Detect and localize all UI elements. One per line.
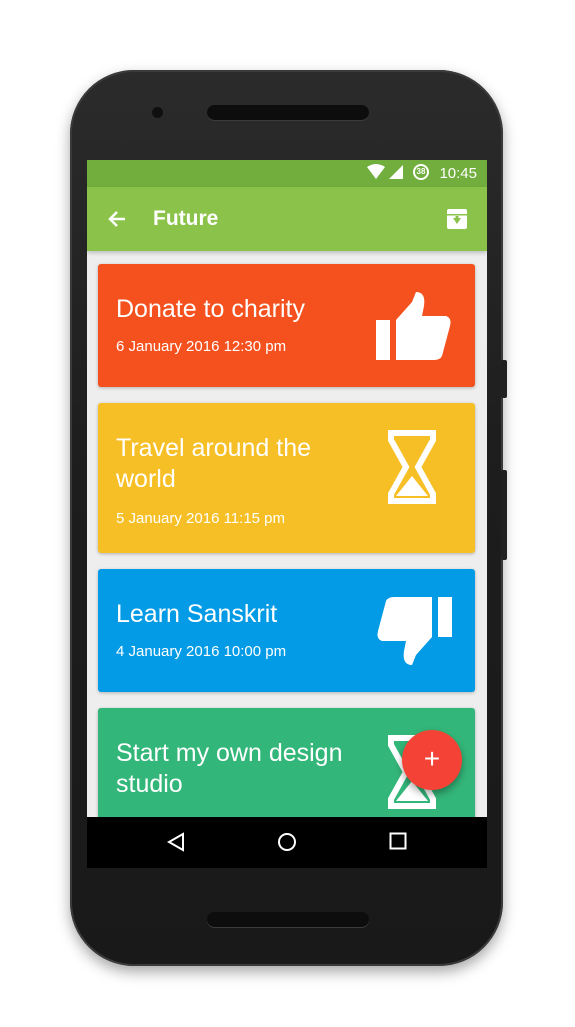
thumbs-up-icon (376, 292, 452, 365)
nav-home-icon[interactable] (277, 832, 297, 857)
thumbs-down-icon (376, 597, 452, 670)
bottom-speaker (207, 912, 369, 927)
top-speaker (207, 105, 369, 120)
nav-recents-icon[interactable] (389, 832, 407, 855)
screen: 38 10:45 Future Donate to charity 6 Janu… (87, 160, 487, 868)
data-saver-icon: 38 (413, 164, 429, 180)
card-date: 6 January 2016 12:30 pm (116, 338, 287, 355)
app-bar: Future (87, 187, 487, 251)
card-title: Learn Sanskrit (116, 600, 278, 628)
status-icons: 38 (367, 164, 429, 180)
system-nav-bar (87, 817, 487, 868)
task-card[interactable]: Travel around the world 5 January 2016 1… (98, 403, 475, 553)
card-date: 4 January 2016 10:00 pm (116, 643, 287, 660)
card-date: 5 January 2016 11:15 pm (116, 510, 286, 527)
hourglass-icon (388, 430, 436, 509)
status-time: 10:45 (439, 165, 477, 182)
add-task-button[interactable]: + (402, 730, 462, 790)
card-title: Start my own design studio (116, 739, 343, 798)
volume-button (501, 470, 507, 560)
page-title: Future (153, 207, 219, 230)
task-card[interactable]: Donate to charity 6 January 2016 12:30 p… (98, 264, 475, 387)
archive-download-icon[interactable] (447, 209, 467, 234)
task-card[interactable]: Learn Sanskrit 4 January 2016 10:00 pm (98, 569, 475, 692)
card-title: Donate to charity (116, 295, 305, 323)
wifi-icon (367, 164, 385, 180)
power-button (501, 360, 507, 398)
card-title: Travel around the world (116, 434, 312, 493)
arrow-back-icon[interactable] (107, 209, 127, 234)
cell-signal-icon (389, 165, 403, 179)
status-bar: 38 10:45 (87, 160, 487, 187)
front-camera (152, 107, 163, 118)
nav-back-icon[interactable] (166, 832, 185, 857)
